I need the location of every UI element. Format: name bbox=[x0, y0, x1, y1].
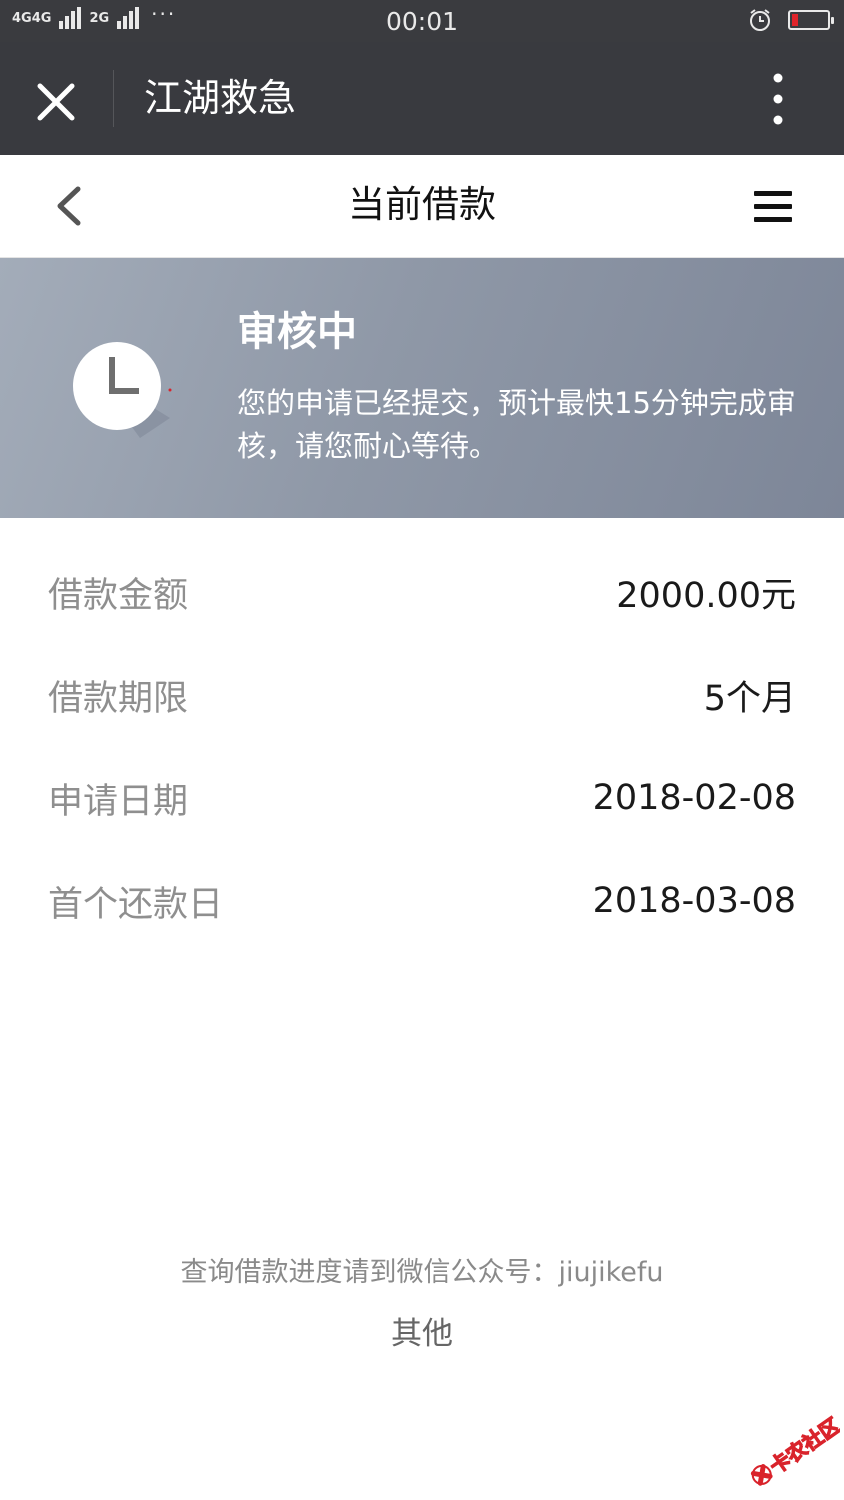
detail-value: 2018-03-08 bbox=[592, 881, 796, 921]
battery-level bbox=[792, 14, 798, 26]
detail-label: 首个还款日 bbox=[48, 884, 224, 925]
clock-time: 00:01 bbox=[385, 7, 459, 36]
detail-label: 借款期限 bbox=[48, 678, 189, 719]
webview-title: 江湖救急 bbox=[144, 76, 297, 120]
detail-value: 5个月 bbox=[703, 678, 796, 719]
battery-icon bbox=[788, 10, 834, 30]
detail-label: 申请日期 bbox=[48, 781, 189, 822]
alarm-clock-icon bbox=[750, 9, 770, 31]
page-title: 当前借款 bbox=[348, 183, 496, 226]
other-link[interactable]: 其他 bbox=[0, 1312, 844, 1356]
detail-row-term: 借款期限 5个月 bbox=[48, 670, 796, 720]
detail-row-first-repay: 首个还款日 2018-03-08 bbox=[48, 876, 796, 926]
status-title: 审核中 bbox=[237, 309, 357, 355]
page-header: 当前借款 bbox=[0, 155, 844, 258]
divider bbox=[113, 70, 114, 127]
detail-row-apply-date: 申请日期 2018-02-08 bbox=[48, 773, 796, 823]
detail-value: 2000.00元 bbox=[616, 575, 796, 616]
svg-text:卡农社区: 卡农社区 bbox=[765, 1413, 840, 1479]
footer-note: 查询借款进度请到微信公众号：jiujikefu bbox=[180, 1257, 664, 1288]
status-bar: 4G4G 2G ··· 00:01 bbox=[0, 0, 844, 42]
webview-title-bar: 江湖救急 bbox=[0, 42, 844, 155]
clock-icon bbox=[73, 342, 172, 438]
status-description: 您的申请已经提交，预计最快15分钟完成审核，请您耐心等待。 bbox=[237, 386, 796, 463]
detail-row-amount: 借款金额 2000.00元 bbox=[48, 567, 796, 617]
detail-label: 借款金额 bbox=[48, 575, 189, 616]
detail-value: 2018-02-08 bbox=[592, 778, 796, 818]
more-vertical-icon[interactable] bbox=[760, 72, 796, 126]
hamburger-menu-icon[interactable] bbox=[752, 189, 794, 225]
watermark-logo: 卡农社区 bbox=[750, 1413, 840, 1486]
close-icon[interactable] bbox=[34, 80, 78, 124]
